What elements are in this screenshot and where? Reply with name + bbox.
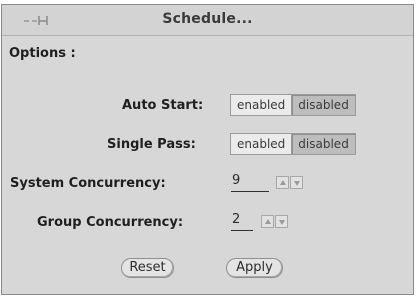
single-pass-disabled-option[interactable]: disabled — [292, 134, 355, 154]
auto-start-enabled-option[interactable]: enabled — [231, 95, 293, 115]
increment-arrow-icon[interactable] — [261, 215, 274, 228]
auto-start-label: Auto Start: — [122, 98, 204, 113]
single-pass-label: Single Pass: — [107, 137, 196, 152]
decrement-arrow-icon[interactable] — [290, 176, 303, 189]
group-concurrency-field[interactable]: 2 — [231, 211, 253, 231]
group-concurrency-label: Group Concurrency: — [37, 215, 184, 230]
title-bar: Schedule... — [2, 5, 413, 36]
options-heading: Options : — [9, 46, 76, 61]
single-pass-enabled-option[interactable]: enabled — [231, 134, 293, 154]
group-concurrency-stepper — [261, 215, 288, 229]
increment-arrow-icon[interactable] — [276, 176, 289, 189]
reset-button[interactable]: Reset — [121, 258, 174, 278]
system-concurrency-field[interactable]: 9 — [231, 172, 269, 192]
system-concurrency-label: System Concurrency: — [10, 176, 166, 191]
decrement-arrow-icon[interactable] — [275, 215, 288, 228]
auto-start-selector: enabled disabled — [230, 94, 356, 116]
window-title: Schedule... — [162, 11, 253, 27]
single-pass-selector: enabled disabled — [230, 133, 356, 155]
apply-button[interactable]: Apply — [226, 258, 283, 278]
schedule-window: Schedule... Options : Auto Start: enable… — [1, 4, 414, 295]
system-concurrency-stepper — [276, 176, 303, 190]
auto-start-disabled-option[interactable]: disabled — [292, 95, 355, 115]
